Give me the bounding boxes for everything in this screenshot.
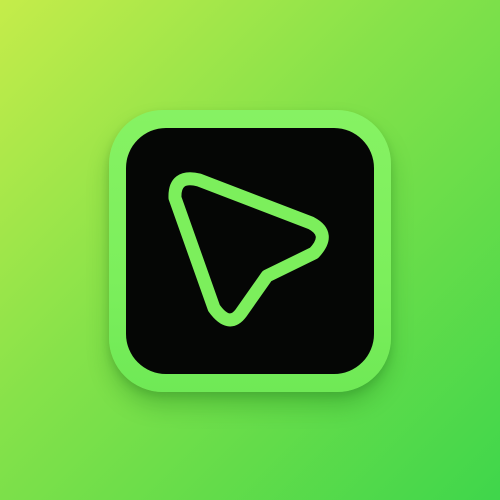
navigation-pointer-icon — [168, 172, 329, 327]
pointer-outline — [168, 172, 329, 327]
app-icon[interactable] — [109, 110, 391, 392]
